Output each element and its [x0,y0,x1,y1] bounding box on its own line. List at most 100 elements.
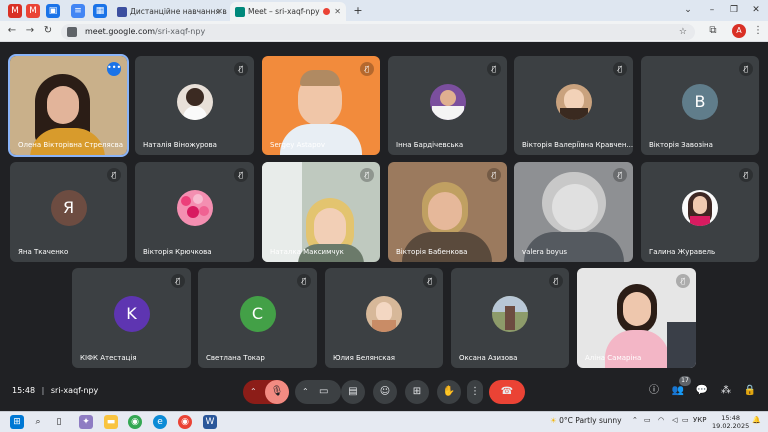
address-bar[interactable]: meet.google.com/sri-xaqf-npy ☆ [61,24,695,40]
participant-tile[interactable]: 🎙̸ Юлия Белянская [325,268,443,368]
chat-icon[interactable]: 💬 [694,383,710,399]
hang-up-icon: ☎ [500,386,514,397]
copilot-icon[interactable]: ✦ [79,415,93,429]
participant-tile[interactable]: 🎙̸ valera boyus [514,162,633,262]
participant-name: Галина Журавель [649,248,716,256]
activities-icon[interactable]: ⁂ [718,383,734,399]
gmail-tab-icon[interactable]: M [8,4,22,18]
close-window-button[interactable]: ✕ [744,0,768,21]
system-clock[interactable]: 15:48 19.02.2025 [712,414,749,430]
camera-button[interactable]: ⌃ ▭ [295,380,341,404]
leave-call-button[interactable]: ☎ [489,380,525,404]
tab-search-icon[interactable]: ⌄ [676,0,700,21]
forward-icon[interactable]: → [23,24,37,38]
participant-video [667,322,696,368]
back-icon[interactable]: ← [5,24,19,38]
participant-tile[interactable]: 🎙̸ Sergey Astapov [262,56,380,155]
mic-off-icon: 🎙̸ [171,274,185,288]
present-button[interactable]: ⊞ [405,380,429,404]
meeting-time: 15:48 [12,386,36,395]
recording-icon [323,8,330,15]
raise-hand-button[interactable]: ✋ [437,380,461,404]
minimize-button[interactable]: – [700,0,724,21]
task-view-icon[interactable]: ▯ [52,415,66,429]
participant-avatar [492,296,528,332]
participant-tile[interactable]: C 🎙̸ Светлана Токар [198,268,317,368]
extensions-icon[interactable]: ⧉ [706,24,720,38]
battery-icon[interactable]: ▭ [682,416,689,424]
reload-icon[interactable]: ↻ [41,24,55,38]
windows-start-icon[interactable]: ⊞ [10,415,24,429]
participant-avatar: K [113,296,150,332]
app-tab-icon[interactable]: ▣ [46,4,60,18]
mic-off-icon: 🎙̸ [613,168,627,182]
participant-video [47,86,79,124]
maximize-button[interactable]: ❐ [722,0,746,21]
file-explorer-icon[interactable]: ▬ [104,415,118,429]
captions-button[interactable]: ▤ [341,380,365,404]
mic-off-icon: 🎙̸ [613,62,627,76]
participant-video [262,162,302,262]
gmail-tab-icon-2[interactable]: M [26,4,40,18]
reactions-button[interactable]: ☺ [373,380,397,404]
participant-tile[interactable]: 🎙̸ Аліна Самаріна [577,268,696,368]
meeting-info-icon[interactable]: ⓘ [646,383,662,399]
mic-options-button[interactable]: ⌃ 🎙 [243,380,289,404]
host-controls-icon[interactable]: 🔒 [742,383,758,399]
mic-off-icon: 🎙̸ [360,62,374,76]
mic-off-icon: 🎙̸ [107,168,121,182]
chrome-active-icon[interactable]: ◉ [178,415,192,429]
word-icon[interactable]: W [203,415,217,429]
volume-icon[interactable]: ◁ [672,416,677,424]
participant-tile[interactable]: 🎙̸ Вікторія Крючкова [135,162,254,262]
wifi-icon[interactable]: ◠ [658,416,664,424]
url-path: /sri-xaqf-npy [155,27,206,36]
more-options-button[interactable]: ⋮ [467,380,483,404]
participant-tile[interactable]: 🎙̸ Наталка Максимчук [262,162,380,262]
participant-tile[interactable]: 🎙̸ Інна Бардічевська [388,56,507,155]
profile-avatar[interactable]: A [732,24,746,38]
site-info-icon[interactable] [67,27,77,37]
participant-tile[interactable]: 🎙̸ Вікторія Бабенкова [388,162,507,262]
weather-widget[interactable]: ☀ 0°C Partly sunny [550,416,622,425]
mic-off-icon: 🎙̸ [423,274,437,288]
meeting-grid: ••• Олена Вікторівна Стрелясва 🎙̸ Наталі… [0,43,768,411]
participant-tile[interactable]: ••• Олена Вікторівна Стрелясва [8,54,129,157]
camera-icon: ▭ [319,386,329,397]
participant-tile[interactable]: 🎙̸ Галина Журавель [641,162,759,262]
browser-menu-icon[interactable]: ⋮ [751,24,765,38]
tab-distance-learning[interactable]: Дистанційне навчання в ВСП ✕ [112,2,228,21]
participant-tile[interactable]: 🎙̸ Наталія Віножурова [135,56,254,155]
search-icon[interactable]: ⌕ [31,415,45,429]
participant-video [314,208,346,248]
close-tab-icon[interactable]: ✕ [334,2,341,21]
participant-avatar [176,190,213,226]
meet-icon [235,7,245,17]
participant-tile[interactable]: Я 🎙̸ Яна Ткаченко [10,162,127,262]
participant-tile[interactable]: 🎙̸ Вікторія Валеріївна Кравчен... [514,56,633,155]
participant-tile[interactable]: K 🎙̸ КІФК Атестація [72,268,191,368]
edge-icon[interactable]: e [153,415,167,429]
mic-off-icon: 🎙̸ [360,168,374,182]
participant-tile[interactable]: 🎙̸ Оксана Азизова [451,268,569,368]
browser-tab-strip: M M ▣ ≡ ▦ Дистанційне навчання в ВСП ✕ M… [0,0,768,21]
calendar-tab-icon[interactable]: ▦ [93,4,107,18]
close-tab-icon[interactable]: ✕ [216,2,223,21]
participant-tile[interactable]: B 🎙̸ Вікторія Завозіна [641,56,759,155]
tab-meet[interactable]: Meet – sri-xaqf-npy ✕ [230,2,346,21]
participant-video [428,192,462,230]
docs-tab-icon[interactable]: ≡ [71,4,85,18]
participant-name: Вікторія Завозіна [649,141,713,149]
tray-chevron-icon[interactable]: ⌃ [632,416,638,424]
participant-video [524,232,624,262]
tab-label: Дистанційне навчання в ВСП [130,7,228,16]
language-indicator[interactable]: УКР [693,416,706,424]
participant-video [552,184,598,230]
notification-icon[interactable]: 🔔 [752,416,761,424]
network-icon[interactable]: ▭ [644,416,651,424]
chrome-icon[interactable]: ◉ [128,415,142,429]
more-options-icon[interactable]: ••• [107,62,121,76]
bookmark-star-icon[interactable]: ☆ [679,24,687,40]
new-tab-button[interactable]: + [346,0,370,21]
mic-off-icon: 🎙̸ [739,62,753,76]
